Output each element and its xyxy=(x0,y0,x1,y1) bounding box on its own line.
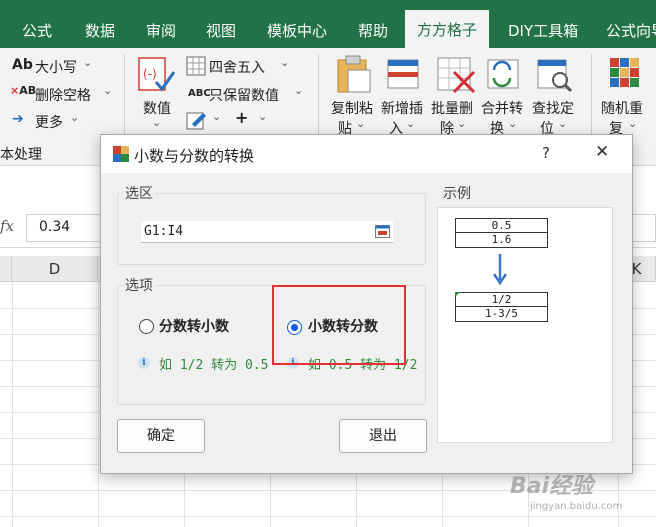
radio-frac-to-dec[interactable] xyxy=(139,319,154,334)
dialog-title: 小数与分数的转换 xyxy=(134,147,255,165)
grid-col-line xyxy=(12,282,13,527)
grid-col-line xyxy=(98,282,99,527)
hint-frac-to-dec: 如 1/2 转为 0.5 xyxy=(159,358,269,373)
example-after-cell-1: 1/2 xyxy=(455,292,548,307)
tab-help[interactable]: 帮助 xyxy=(358,0,388,48)
chevron-down-icon[interactable]: ⌄ xyxy=(628,117,637,130)
convert-dialog: 小数与分数的转换 ? ✕ 选区 G1:I4 选项 分数转小数 i 如 1/2 转… xyxy=(100,134,633,474)
watermark: Bai经验 xyxy=(510,468,593,500)
remove-spaces-button[interactable]: 删除空格 xyxy=(35,85,91,105)
find-locate-button[interactable]: 查找定 xyxy=(532,98,574,118)
ribbon-separator xyxy=(124,54,125,134)
tab-view[interactable]: 视图 xyxy=(206,0,236,48)
close-button[interactable]: ✕ xyxy=(595,142,609,162)
chevron-down-icon[interactable]: ⌄ xyxy=(152,116,161,129)
chevron-down-icon[interactable]: ⌄ xyxy=(83,56,92,69)
random-repeat-icon xyxy=(610,58,639,87)
column-header-c[interactable] xyxy=(0,256,12,282)
exit-button[interactable]: 退出 xyxy=(339,419,427,453)
chevron-down-icon[interactable]: ⌄ xyxy=(280,56,289,69)
remove-spaces-icon: ×AB xyxy=(10,84,37,97)
edit-icon[interactable] xyxy=(186,110,208,130)
chevron-down-icon[interactable]: ⌄ xyxy=(356,117,365,130)
chevron-down-icon[interactable]: ⌄ xyxy=(457,117,466,130)
ribbon-tab-bar: 公式 数据 审阅 视图 模板中心 帮助 方方格子 DIY工具箱 公式向导 xyxy=(0,0,656,48)
example-after-cell-2: 1-3/5 xyxy=(455,307,548,322)
green-triangle-icon xyxy=(455,292,460,297)
option-frac-to-dec-label[interactable]: 分数转小数 xyxy=(159,316,229,336)
keep-values-button[interactable]: 只保留数值 xyxy=(209,85,279,105)
ab-icon: Ab xyxy=(12,57,33,73)
formula-value: 0.34 xyxy=(39,219,71,235)
arrow-down-icon xyxy=(492,254,508,286)
chevron-down-icon[interactable]: ⌄ xyxy=(294,84,303,97)
chevron-down-icon[interactable]: ⌄ xyxy=(212,110,221,123)
tab-review[interactable]: 审阅 xyxy=(146,0,176,48)
chevron-down-icon[interactable]: ⌄ xyxy=(103,84,112,97)
tab-diy-toolbox[interactable]: DIY工具箱 xyxy=(508,0,578,48)
example-before-cell-2: 1.6 xyxy=(455,233,548,248)
options-group-label: 选项 xyxy=(123,275,155,295)
help-button[interactable]: ? xyxy=(542,144,550,162)
dialog-titlebar[interactable]: 小数与分数的转换 ? ✕ xyxy=(101,135,632,173)
example-before-cell-1: 0.5 xyxy=(455,218,548,233)
fx-icon[interactable]: fx xyxy=(0,217,14,235)
example-group-label: 示例 xyxy=(441,183,473,203)
more-button[interactable]: 更多 xyxy=(35,112,63,132)
merge-convert-button[interactable]: 合并转 xyxy=(481,98,523,118)
chevron-down-icon[interactable]: ⌄ xyxy=(406,117,415,130)
abc-icon: ABC xyxy=(188,88,211,99)
case-button[interactable]: 大小写 xyxy=(35,57,77,77)
insert-button[interactable]: 新增插 xyxy=(381,98,423,118)
value-button[interactable]: 数值 xyxy=(143,98,171,118)
merge-convert-icon xyxy=(487,59,519,89)
batch-delete-icon xyxy=(437,57,476,94)
tab-data[interactable]: 数据 xyxy=(85,0,115,48)
chevron-down-icon[interactable]: ⌄ xyxy=(508,117,517,130)
tab-template-center[interactable]: 模板中心 xyxy=(267,0,327,48)
copy-paste-icon xyxy=(337,55,371,93)
range-group-label: 选区 xyxy=(123,183,155,203)
ok-button[interactable]: 确定 xyxy=(117,419,205,453)
tab-formula-wizard[interactable]: 公式向导 xyxy=(606,0,656,48)
ribbon-separator xyxy=(318,54,319,134)
round-icon xyxy=(186,56,206,76)
batch-delete-button[interactable]: 批量删 xyxy=(431,98,473,118)
random-repeat-button[interactable]: 随机重 xyxy=(601,98,643,118)
insert-icon xyxy=(387,59,419,89)
watermark-brand: Bai经验 xyxy=(510,474,594,499)
range-value: G1:I4 xyxy=(144,224,184,239)
value-icon: (-) xyxy=(138,57,176,92)
range-input[interactable]: G1:I4 xyxy=(141,221,393,243)
arrow-right-icon: ➔ xyxy=(12,111,24,127)
range-picker-icon[interactable] xyxy=(375,225,390,238)
example-panel: 0.5 1.6 1/2 1-3/5 xyxy=(437,207,613,443)
chevron-down-icon[interactable]: ⌄ xyxy=(258,110,267,123)
watermark-url: jingyan.baidu.com xyxy=(530,501,623,512)
group-label-text-processing: 本处理 xyxy=(0,147,42,163)
chevron-down-icon[interactable]: ⌄ xyxy=(70,111,79,124)
tab-formulas[interactable]: 公式 xyxy=(22,0,52,48)
copy-paste-button[interactable]: 复制粘 xyxy=(331,98,373,118)
svg-text:(-): (-) xyxy=(143,67,157,81)
column-header-d[interactable]: D xyxy=(12,256,98,282)
app-logo-icon xyxy=(113,146,129,162)
plus-icon[interactable]: + xyxy=(235,108,248,127)
ribbon-separator xyxy=(591,54,592,134)
round-button[interactable]: 四舍五入 xyxy=(209,57,265,77)
tab-fangfanggezi[interactable]: 方方格子 xyxy=(405,10,490,48)
highlight-annotation xyxy=(272,285,406,365)
find-locate-icon xyxy=(537,59,573,93)
info-icon: i xyxy=(138,357,150,369)
chevron-down-icon[interactable]: ⌄ xyxy=(558,117,567,130)
